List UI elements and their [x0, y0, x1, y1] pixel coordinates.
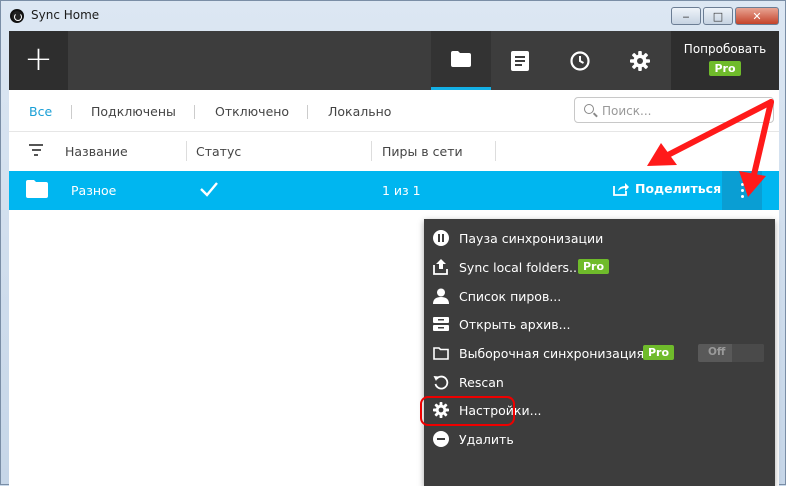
folders-tab[interactable] — [431, 31, 491, 90]
column-peers[interactable]: Пиры в сети — [382, 144, 463, 159]
pause-icon — [433, 230, 449, 246]
refresh-icon — [433, 375, 449, 390]
app-content: + Попробовать Pro Все Подключены Отключе… — [9, 31, 779, 486]
gear-icon — [630, 50, 650, 71]
menu-item-rescan[interactable]: Rescan — [424, 368, 775, 396]
filter-icon[interactable] — [29, 144, 43, 156]
filter-connected[interactable]: Подключены — [91, 104, 176, 119]
menu-label: Выборочная синхронизация — [459, 346, 644, 361]
menu-item-pause[interactable]: Пауза синхронизации — [424, 224, 775, 252]
preferences-tab[interactable] — [610, 31, 670, 90]
folder-outline-icon — [433, 347, 449, 360]
menu-item-selective-sync[interactable]: Выборочная синхронизация Pro Off — [424, 339, 775, 367]
archive-icon — [433, 317, 449, 331]
minus-circle-icon — [433, 431, 449, 447]
maximize-icon[interactable]: □ — [703, 7, 733, 25]
toolbar: + Попробовать Pro — [9, 31, 779, 90]
column-divider — [371, 141, 372, 161]
divider — [71, 105, 72, 119]
folder-name: Разное — [71, 183, 117, 198]
menu-label: Rescan — [459, 375, 504, 390]
delete-highlight-annotation — [420, 396, 515, 426]
table-header: Название Статус Пиры в сети — [9, 133, 779, 169]
menu-label: Список пиров... — [459, 289, 562, 304]
divider — [307, 105, 308, 119]
menu-item-sync-local[interactable]: Sync local folders... Pro — [424, 253, 775, 281]
more-options-icon[interactable] — [722, 171, 762, 210]
share-icon — [613, 182, 629, 196]
upload-icon — [433, 259, 448, 275]
menu-item-open-archive[interactable]: Открыть архив... — [424, 310, 775, 338]
pro-badge: Pro — [709, 61, 741, 76]
transfers-tab[interactable] — [550, 31, 610, 90]
window-controls: ‒ □ ✕ — [671, 7, 779, 25]
folder-icon — [451, 51, 471, 67]
table-row[interactable]: Разное 1 из 1 Поделиться — [9, 171, 779, 210]
filter-disabled[interactable]: Отключено — [215, 104, 289, 119]
checkmark-icon — [200, 182, 218, 197]
divider — [194, 105, 195, 119]
close-icon[interactable]: ✕ — [735, 7, 779, 25]
try-label: Попробовать — [683, 42, 767, 56]
column-divider — [495, 141, 496, 161]
history-tab[interactable] — [490, 31, 550, 90]
selective-sync-toggle[interactable]: Off — [698, 344, 764, 362]
filter-all[interactable]: Все — [29, 104, 52, 119]
add-folder-button[interactable]: + — [9, 31, 68, 90]
clock-icon — [570, 50, 590, 71]
pro-badge: Pro — [578, 259, 610, 274]
user-icon — [433, 288, 449, 304]
menu-label: Открыть архив... — [459, 317, 571, 332]
menu-item-peers-list[interactable]: Список пиров... — [424, 282, 775, 310]
window-title: Sync Home — [31, 8, 100, 22]
menu-label: Sync local folders... — [459, 260, 581, 275]
app-window: Sync Home ‒ □ ✕ + Попробовать Pro Все По… — [0, 0, 786, 486]
folder-icon — [26, 180, 48, 198]
menu-label: Пауза синхронизации — [459, 231, 604, 246]
search-input[interactable] — [602, 102, 762, 119]
menu-label: Удалить — [459, 432, 514, 447]
try-pro-button[interactable]: Попробовать Pro — [671, 31, 779, 90]
filter-local[interactable]: Локально — [328, 104, 391, 119]
share-label: Поделиться — [635, 181, 722, 196]
sync-logo-icon — [10, 9, 24, 23]
pro-badge: Pro — [643, 345, 675, 360]
peers-online: 1 из 1 — [382, 183, 421, 198]
minimize-icon[interactable]: ‒ — [671, 7, 701, 25]
search-icon — [584, 104, 594, 114]
column-divider — [186, 141, 187, 161]
document-icon — [511, 50, 529, 71]
context-menu: Пауза синхронизации Sync local folders..… — [424, 219, 775, 486]
share-button[interactable]: Поделиться — [613, 181, 721, 196]
search-box — [574, 97, 774, 123]
toggle-label: Off — [708, 346, 726, 358]
menu-item-delete[interactable]: Удалить — [424, 425, 775, 453]
title-bar: Sync Home ‒ □ ✕ — [1, 1, 785, 31]
column-status[interactable]: Статус — [196, 144, 241, 159]
column-name[interactable]: Название — [65, 144, 128, 159]
filter-bar: Все Подключены Отключено Локально — [9, 90, 779, 132]
